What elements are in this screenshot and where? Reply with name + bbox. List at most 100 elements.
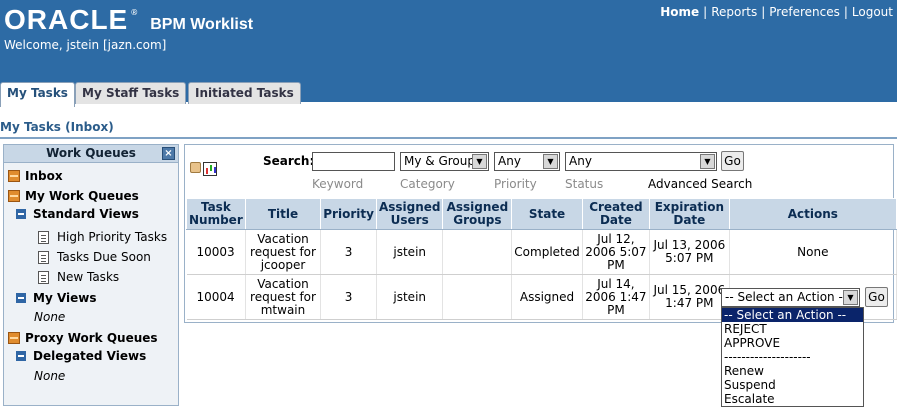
brand: ORACLE ® BPM Worklist [4, 4, 253, 36]
chevron-down-icon[interactable]: ▼ [543, 154, 558, 169]
search-label: Search: [263, 154, 315, 168]
sidebar-item-proxy-work-queues[interactable]: Proxy Work Queues [8, 331, 158, 345]
empty-views-text: None [34, 369, 66, 383]
column-header[interactable]: Expiration Date [649, 198, 730, 230]
document-icon [38, 230, 49, 244]
column-header[interactable]: Title [244, 198, 322, 230]
column-header: Actions [728, 198, 897, 230]
global-nav: Home | Reports | Preferences | Logout [660, 5, 893, 19]
column-header[interactable]: Priority [320, 198, 377, 230]
nav-separator: | [761, 5, 766, 19]
dropdown-option[interactable]: -- Select an Action -- [722, 308, 863, 322]
sidebar-item-label: New Tasks [57, 270, 120, 284]
title-cell[interactable]: Vacation request for mtwain [245, 274, 322, 320]
inbox-icon [8, 170, 20, 182]
collapse-icon[interactable] [16, 293, 26, 303]
action-go-button[interactable]: Go [865, 287, 888, 307]
priority-cell: 3 [320, 274, 377, 320]
column-header[interactable]: Assigned Users [375, 198, 444, 230]
action-select[interactable]: -- Select an Action -- ▼ [721, 288, 860, 307]
dropdown-option-renew[interactable]: Renew [722, 364, 863, 378]
state-cell: Assigned [511, 274, 583, 320]
created-date-cell: Jul 14, 2006 1:47 PM [582, 274, 651, 320]
empty-views-text: None [34, 310, 66, 324]
status-select[interactable]: Any ▼ [565, 152, 717, 171]
column-header[interactable]: Created Date [581, 198, 651, 230]
sidebar-item-my-views[interactable]: My Views [16, 291, 97, 305]
dropdown-option-approve[interactable]: APPROVE [722, 336, 863, 350]
category-value: My & Group [404, 154, 475, 168]
status-hint: Status [565, 177, 604, 191]
column-header[interactable]: Assigned Groups [442, 198, 513, 230]
app-title: BPM Worklist [150, 16, 254, 33]
action-dropdown-list: -- Select an Action -- REJECT APPROVE --… [721, 307, 864, 407]
task-number-cell[interactable]: 10004 [186, 274, 246, 320]
category-select[interactable]: My & Group ▼ [400, 152, 489, 171]
document-icon [38, 250, 49, 264]
sidebar-item-inbox[interactable]: Inbox [8, 169, 63, 183]
collapse-icon[interactable] [16, 209, 26, 219]
work-queues-panel: Work Queues × Inbox My Work Queues Stand… [3, 144, 179, 406]
priority-value: Any [498, 154, 521, 168]
assigned-users-cell: jstein [376, 274, 444, 320]
chart-icon[interactable] [203, 162, 217, 176]
advanced-search-link[interactable]: Advanced Search [648, 177, 752, 191]
sidebar-item-standard-views[interactable]: Standard Views [16, 207, 139, 221]
work-queue-icon [8, 190, 20, 202]
nav-preferences-link[interactable]: Preferences [769, 5, 840, 19]
status-value: Any [569, 154, 592, 168]
nav-separator: | [843, 5, 848, 19]
work-queues-header: Work Queues × [4, 145, 178, 163]
refresh-icon[interactable] [190, 162, 201, 173]
welcome-text: Welcome, jstein [jazn.com] [4, 38, 167, 52]
column-header[interactable]: Task Number [186, 198, 246, 230]
state-cell: Completed [511, 229, 583, 275]
sidebar-item-new-tasks[interactable]: New Tasks [38, 270, 119, 284]
header-banner: ORACLE ® BPM Worklist Welcome, jstein [j… [0, 0, 897, 80]
dropdown-option-suspend[interactable]: Suspend [722, 378, 863, 392]
nav-logout-link[interactable]: Logout [852, 5, 893, 19]
sidebar-item-label: My Views [33, 291, 97, 305]
sidebar-item-delegated-views[interactable]: Delegated Views [16, 349, 146, 363]
category-hint: Category [400, 177, 455, 191]
keyword-field[interactable] [312, 152, 395, 171]
divider [0, 137, 897, 139]
title-cell[interactable]: Vacation request for jcooper [245, 229, 322, 275]
search-input[interactable] [316, 153, 394, 170]
nav-home-link[interactable]: Home [660, 5, 699, 19]
actions-cell: None [729, 229, 897, 275]
chevron-down-icon[interactable]: ▼ [843, 290, 858, 305]
sidebar-item-my-work-queues[interactable]: My Work Queues [8, 189, 139, 203]
tab-my-tasks[interactable]: My Tasks [0, 82, 75, 107]
sidebar-item-label: Standard Views [33, 207, 139, 221]
dropdown-option-escalate[interactable]: Escalate [722, 392, 863, 406]
page-title: My Tasks (Inbox) [0, 120, 114, 134]
collapse-icon[interactable] [16, 351, 26, 361]
keyword-hint: Keyword [312, 177, 364, 191]
document-icon [38, 270, 49, 284]
priority-hint: Priority [494, 177, 537, 191]
assigned-groups-cell [442, 229, 513, 275]
oracle-logo: ORACLE [4, 4, 129, 35]
sidebar-item-label: Tasks Due Soon [57, 250, 151, 264]
task-number-cell[interactable]: 10003 [186, 229, 246, 275]
nav-reports-link[interactable]: Reports [711, 5, 757, 19]
sidebar-item-label: High Priority Tasks [57, 230, 168, 244]
search-go-button[interactable]: Go [721, 151, 744, 171]
chevron-down-icon[interactable]: ▼ [472, 154, 487, 169]
sidebar-item-high-priority-tasks[interactable]: High Priority Tasks [38, 230, 167, 244]
sidebar-item-tasks-due-soon[interactable]: Tasks Due Soon [38, 250, 151, 264]
tab-initiated-tasks[interactable]: Initiated Tasks [188, 82, 301, 104]
close-icon[interactable]: × [162, 147, 175, 160]
sidebar-item-label: My Work Queues [25, 189, 139, 203]
tab-my-staff-tasks[interactable]: My Staff Tasks [75, 82, 187, 104]
chevron-down-icon[interactable]: ▼ [700, 154, 715, 169]
priority-select[interactable]: Any ▼ [494, 152, 560, 171]
created-date-cell: Jul 12, 2006 5:07 PM [582, 229, 651, 275]
dropdown-option-reject[interactable]: REJECT [722, 322, 863, 336]
column-header[interactable]: State [511, 198, 583, 230]
sidebar-item-label: Delegated Views [33, 349, 147, 363]
table-row[interactable]: 10003 Vacation request for jcooper 3 jst… [186, 229, 897, 275]
table-header-row: Task Number Title Priority Assigned User… [186, 198, 897, 230]
expiration-date-cell: Jul 15, 2006 1:47 PM [649, 274, 730, 320]
